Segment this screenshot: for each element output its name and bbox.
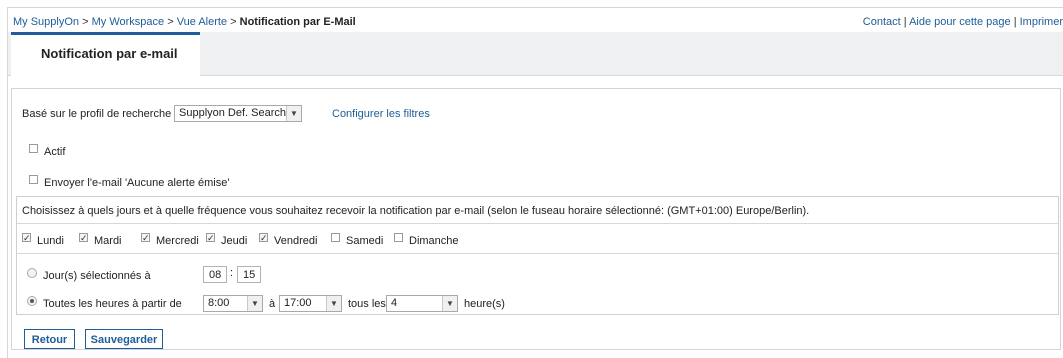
day-checkbox[interactable]: ✓ bbox=[206, 233, 215, 243]
day-checkbox[interactable] bbox=[331, 233, 340, 242]
to-label: à bbox=[269, 298, 276, 310]
time-colon: : bbox=[230, 267, 234, 279]
unit-label: heure(s) bbox=[464, 298, 505, 310]
configure-filters-link[interactable]: Configurer les filtres bbox=[332, 108, 430, 120]
day-checkbox[interactable]: ✓ bbox=[22, 233, 31, 243]
divider bbox=[17, 253, 1058, 254]
schedule-box: Choisissez à quels jours et à quelle fré… bbox=[16, 196, 1059, 315]
app-frame: My SupplyOn > My Workspace > Vue Alerte … bbox=[7, 7, 1063, 358]
fixed-time-radio[interactable] bbox=[27, 268, 37, 278]
actif-checkbox[interactable] bbox=[29, 144, 38, 153]
notification-panel: Basé sur le profil de recherche Supplyon… bbox=[11, 88, 1061, 350]
fixed-time-label: Jour(s) sélectionnés à bbox=[43, 270, 151, 282]
every-label: tous les bbox=[348, 298, 386, 310]
profile-label: Basé sur le profil de recherche bbox=[22, 108, 172, 120]
profile-select-value: Supplyon Def. Search bbox=[179, 107, 287, 119]
breadcrumb-separator: > bbox=[167, 16, 174, 28]
chevron-down-icon: ▼ bbox=[326, 296, 341, 311]
breadcrumb-link-my-supplyon[interactable]: My SupplyOn bbox=[13, 16, 79, 28]
interval-value: 4 bbox=[391, 297, 398, 309]
breadcrumb-link-my-workspace[interactable]: My Workspace bbox=[92, 16, 165, 28]
actif-label: Actif bbox=[44, 146, 66, 158]
back-button[interactable]: Retour bbox=[24, 329, 75, 349]
interval-select[interactable]: 4 ▼ bbox=[386, 295, 458, 312]
chevron-down-icon: ▼ bbox=[442, 296, 457, 311]
save-button[interactable]: Sauvegarder bbox=[85, 329, 163, 349]
day-checkbox[interactable]: ✓ bbox=[141, 233, 150, 243]
day-label: Jeudi bbox=[221, 235, 248, 247]
day-checkbox[interactable]: ✓ bbox=[79, 233, 88, 243]
from-hour-select[interactable]: 8:00 ▼ bbox=[203, 295, 263, 312]
days-row: ✓ Lundi ✓ Mardi ✓ Mercredi ✓ Jeudi ✓ Vendredi Same… bbox=[17, 224, 1058, 253]
breadcrumb-current: Notification par E-Mail bbox=[239, 16, 356, 28]
chevron-down-icon: ▼ bbox=[247, 296, 262, 311]
no-alert-email-label: Envoyer l'e-mail 'Aucune alerte émise' bbox=[44, 177, 230, 189]
tab-strip: Notification par e-mail bbox=[8, 32, 1063, 76]
schedule-instruction: Choisissez à quels jours et à quelle fré… bbox=[22, 205, 810, 217]
day-checkbox[interactable] bbox=[394, 233, 403, 242]
no-alert-email-checkbox[interactable] bbox=[29, 175, 38, 184]
help-link[interactable]: Aide pour cette page bbox=[909, 16, 1011, 28]
hourly-radio[interactable] bbox=[27, 296, 37, 306]
day-label: Mercredi bbox=[156, 235, 199, 247]
breadcrumb: My SupplyOn > My Workspace > Vue Alerte … bbox=[13, 16, 356, 28]
contact-link[interactable]: Contact bbox=[863, 16, 901, 28]
day-label: Samedi bbox=[346, 235, 384, 247]
breadcrumb-link-vue-alerte[interactable]: Vue Alerte bbox=[177, 16, 227, 28]
hour-input[interactable]: 08 bbox=[203, 266, 227, 283]
tab-email-notification[interactable]: Notification par e-mail bbox=[11, 32, 200, 76]
day-label: Vendredi bbox=[274, 235, 318, 247]
day-label: Dimanche bbox=[409, 235, 459, 247]
breadcrumb-separator: > bbox=[82, 16, 89, 28]
day-label: Mardi bbox=[94, 235, 122, 247]
day-checkbox[interactable]: ✓ bbox=[259, 233, 268, 243]
top-links: Contact | Aide pour cette page | Imprime… bbox=[863, 16, 1063, 28]
minute-input[interactable]: 15 bbox=[237, 266, 261, 283]
hourly-label: Toutes les heures à partir de bbox=[43, 298, 182, 310]
top-bar: My SupplyOn > My Workspace > Vue Alerte … bbox=[8, 8, 1063, 32]
toplink-separator: | bbox=[1013, 16, 1017, 28]
to-hour-select[interactable]: 17:00 ▼ bbox=[279, 295, 342, 312]
from-hour-value: 8:00 bbox=[208, 297, 230, 309]
to-hour-value: 17:00 bbox=[284, 297, 312, 309]
chevron-down-icon: ▼ bbox=[286, 106, 301, 121]
profile-select[interactable]: Supplyon Def. Search ▼ bbox=[174, 105, 302, 122]
day-label: Lundi bbox=[37, 235, 64, 247]
breadcrumb-separator: > bbox=[230, 16, 237, 28]
print-link[interactable]: Imprimer bbox=[1020, 16, 1063, 28]
toplink-separator: | bbox=[903, 16, 907, 28]
